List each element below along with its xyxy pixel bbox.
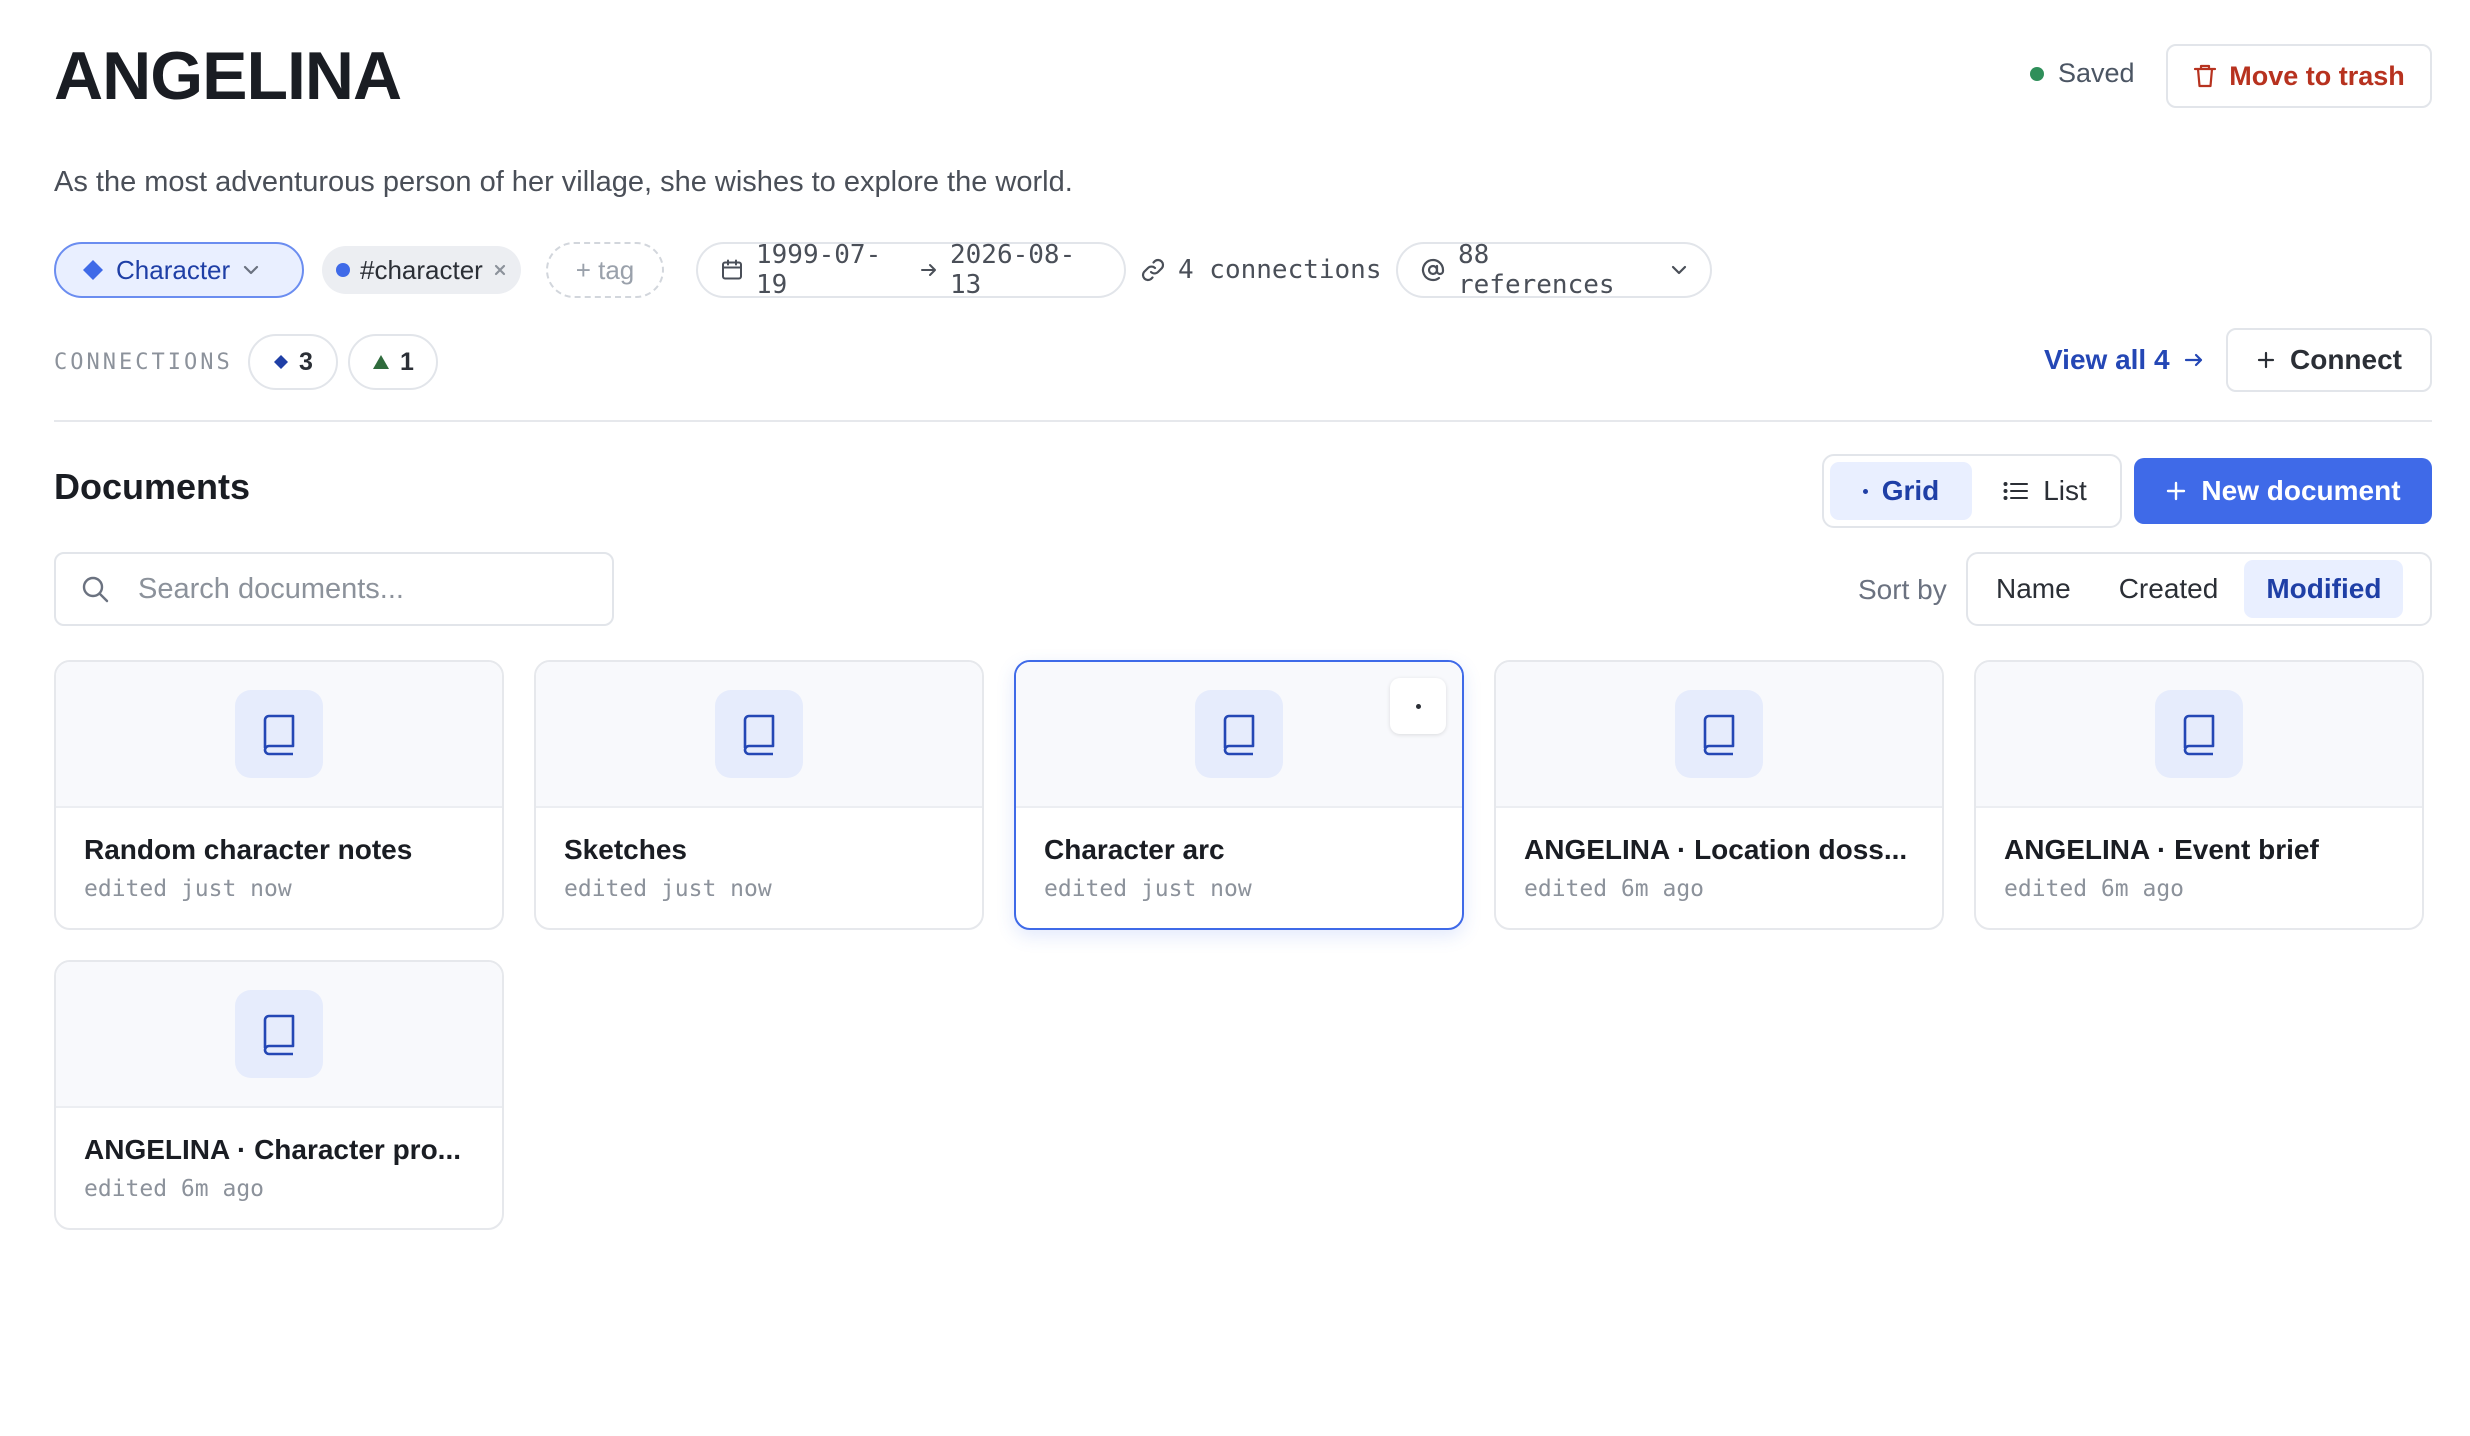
document-title: Character arc xyxy=(1044,834,1225,865)
card-header xyxy=(1496,662,1942,808)
section-divider xyxy=(54,420,2432,422)
book-icon xyxy=(1675,690,1763,778)
date-start: 1999-07-19 xyxy=(756,240,882,300)
list-label: List xyxy=(2043,475,2087,506)
diamond-icon xyxy=(273,354,289,370)
document-title: ANGELINA · Character pro... xyxy=(84,1134,462,1165)
new-document-label: New document xyxy=(2201,475,2401,506)
document-edited: edited 6m ago xyxy=(1524,876,1705,902)
date-end: 2026-08-13 xyxy=(950,240,1076,300)
book-icon xyxy=(235,990,323,1078)
link-icon xyxy=(1140,257,1166,283)
add-tag-button[interactable]: + tag xyxy=(546,242,664,298)
document-edited: edited just now xyxy=(564,876,772,902)
more-dot-icon xyxy=(1415,703,1421,709)
new-document-button[interactable]: New document xyxy=(2134,458,2432,524)
chevron-down-icon xyxy=(242,264,260,276)
type-selector[interactable]: Character xyxy=(54,242,304,298)
connect-button[interactable]: Connect xyxy=(2226,328,2432,392)
page-title: ANGELINA xyxy=(54,38,402,114)
document-card[interactable]: ANGELINA · Character pro... edited 6m ag… xyxy=(54,960,504,1230)
grid-dot-icon xyxy=(1862,488,1868,494)
chevron-down-icon xyxy=(1670,264,1688,276)
arrow-right-icon xyxy=(2184,351,2204,369)
entity-description[interactable]: As the most adventurous person of her vi… xyxy=(54,166,1073,199)
view-all-connections-link[interactable]: View all 4 xyxy=(2044,344,2204,376)
card-header xyxy=(56,962,502,1108)
move-to-trash-button[interactable]: Move to trash xyxy=(2166,44,2432,108)
document-edited: edited just now xyxy=(1044,876,1252,902)
document-edited: edited just now xyxy=(84,876,292,902)
document-title: ANGELINA · Location doss... xyxy=(1524,834,1908,865)
references-dropdown[interactable]: 88 references xyxy=(1396,240,1712,300)
card-header xyxy=(1976,662,2422,808)
connections-heading: CONNECTIONS xyxy=(54,350,233,375)
document-title: ANGELINA · Event brief xyxy=(2004,834,2319,865)
arrow-right-icon xyxy=(920,262,938,278)
document-edited: edited 6m ago xyxy=(84,1176,265,1202)
trash-icon xyxy=(2193,63,2217,89)
saved-label: Saved xyxy=(2058,58,2135,88)
tag-label: #character xyxy=(360,254,483,285)
book-icon xyxy=(2155,690,2243,778)
character-connections-count: 3 xyxy=(299,347,313,376)
sort-options: Name Created Modified xyxy=(1966,552,2432,626)
view-all-label: View all 4 xyxy=(2044,344,2170,375)
move-to-trash-label: Move to trash xyxy=(2229,60,2405,91)
search-input[interactable] xyxy=(136,571,556,607)
document-card[interactable]: Random character notes edited just now xyxy=(54,660,504,930)
sort-by-label: Sort by xyxy=(1858,574,1947,605)
sort-name-button[interactable]: Name xyxy=(1974,560,2093,618)
search-box xyxy=(54,552,614,626)
view-toggle: Grid List xyxy=(1822,454,2122,528)
connections-label: 4 connections xyxy=(1178,255,1382,285)
sort-created-button[interactable]: Created xyxy=(2097,560,2241,618)
connections-count[interactable]: 4 connections xyxy=(1140,242,1382,298)
at-sign-icon xyxy=(1420,257,1446,283)
location-connections-count: 1 xyxy=(400,347,414,376)
document-card[interactable]: ANGELINA · Location doss... edited 6m ag… xyxy=(1494,660,1944,930)
plus-icon xyxy=(2165,480,2187,502)
calendar-icon xyxy=(720,258,744,282)
tag-dot-icon xyxy=(336,263,350,277)
card-header xyxy=(56,662,502,808)
plus-icon xyxy=(2256,350,2276,370)
card-header xyxy=(536,662,982,808)
search-icon xyxy=(80,574,110,604)
close-icon[interactable] xyxy=(493,263,507,277)
references-label: 88 references xyxy=(1458,240,1615,300)
saved-dot-icon xyxy=(2030,66,2044,81)
triangle-icon xyxy=(372,354,390,370)
document-title: Sketches xyxy=(564,834,687,865)
grid-label: Grid xyxy=(1881,475,1940,506)
character-connections-pill[interactable]: 3 xyxy=(248,334,338,390)
card-menu-button[interactable] xyxy=(1390,678,1446,734)
document-card[interactable]: Sketches edited just now xyxy=(534,660,984,930)
save-status: Saved xyxy=(2030,58,2135,89)
book-icon xyxy=(715,690,803,778)
type-label: Character xyxy=(116,254,231,285)
date-range[interactable]: 1999-07-19 2026-08-13 xyxy=(696,240,1126,300)
connect-label: Connect xyxy=(2290,344,2402,375)
document-card[interactable]: ANGELINA · Event brief edited 6m ago xyxy=(1974,660,2424,930)
tag-chip[interactable]: #character xyxy=(322,246,521,294)
document-card-selected[interactable]: Character arc edited just now xyxy=(1014,660,1464,930)
book-icon xyxy=(1195,690,1283,778)
sort-modified-button[interactable]: Modified xyxy=(2244,560,2404,618)
list-view-button[interactable]: List xyxy=(1978,462,2112,520)
diamond-icon xyxy=(82,259,104,281)
grid-view-button[interactable]: Grid xyxy=(1830,462,1972,520)
book-icon xyxy=(235,690,323,778)
list-icon xyxy=(2003,481,2029,501)
location-connections-pill[interactable]: 1 xyxy=(348,334,438,390)
card-header xyxy=(1016,662,1462,808)
documents-heading: Documents xyxy=(54,466,251,507)
document-title: Random character notes xyxy=(84,834,413,865)
document-edited: edited 6m ago xyxy=(2004,876,2185,902)
